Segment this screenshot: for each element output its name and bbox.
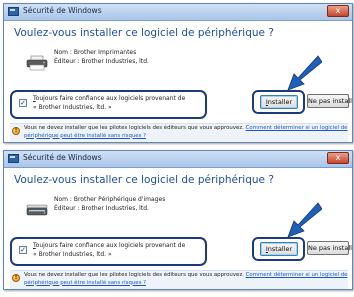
warning-shield-icon: ! — [12, 127, 20, 135]
device-name: Nom : Brother Imprimantes — [54, 49, 137, 56]
install-label: nstaller — [267, 98, 293, 106]
trust-label[interactable]: Toujours faire confiance aux logiciels p… — [33, 95, 185, 112]
dialog-question: Voulez-vous installer ce logiciel de pér… — [14, 27, 274, 39]
warning-footer: ! Vous ne devez installer que les pilote… — [10, 270, 348, 289]
install-button[interactable]: Installer — [260, 95, 298, 109]
title-bar[interactable]: Sécurité de Windows x — [4, 4, 352, 21]
install-button[interactable]: Installer — [260, 242, 298, 256]
device-publisher: Éditeur : Brother Industries, ltd. — [54, 57, 149, 65]
device-info: Nom : Brother Périphérique d'images Édit… — [54, 196, 165, 213]
warning-text: Vous ne devez installer que les pilotes … — [24, 125, 350, 140]
dont-install-label: Ne pas installe — [308, 97, 353, 105]
dialog-question: Voulez-vous installer ce logiciel de pér… — [14, 174, 274, 186]
dont-install-button[interactable]: Ne pas installer — [307, 94, 352, 108]
dont-install-label: Ne pas installe — [308, 244, 353, 252]
warning-message: Vous ne devez installer que les pilotes … — [24, 272, 244, 278]
warning-text: Vous ne devez installer que les pilotes … — [24, 272, 350, 287]
dont-install-button[interactable]: Ne pas installer — [307, 241, 352, 255]
close-button[interactable]: x — [327, 5, 349, 17]
pointer-arrow — [287, 55, 322, 91]
trust-label-text: oujours faire confiance aux logiciels pr… — [35, 95, 186, 102]
install-highlight: Installer — [252, 237, 305, 261]
trust-label[interactable]: Toujours faire confiance aux logiciels p… — [33, 242, 185, 259]
install-label: nstaller — [267, 245, 293, 253]
install-highlight: Installer — [252, 90, 305, 114]
warning-footer: ! Vous ne devez installer que les pilote… — [10, 123, 348, 142]
security-dialog-printer: Sécurité de Windows x Voulez-vous instal… — [3, 3, 353, 143]
device-name: Nom : Brother Périphérique d'images — [54, 196, 166, 203]
security-dialog-imaging: Sécurité de Windows x Voulez-vous instal… — [3, 150, 353, 290]
windows-security-icon — [8, 7, 19, 16]
trust-label-text: oujours faire confiance aux logiciels pr… — [35, 242, 186, 249]
scanner-icon — [26, 204, 48, 216]
trust-checkbox[interactable]: ✓ — [19, 99, 27, 107]
pointer-arrow — [287, 202, 322, 238]
window-title: Sécurité de Windows — [23, 153, 102, 162]
warning-message: Vous ne devez installer que les pilotes … — [24, 125, 244, 131]
trust-publisher: « Brother Industries, ltd. » — [33, 103, 112, 111]
trust-checkbox[interactable]: ✓ — [19, 246, 27, 254]
windows-security-icon — [8, 154, 19, 163]
window-title: Sécurité de Windows — [23, 6, 102, 15]
warning-shield-icon: ! — [12, 274, 20, 282]
trust-option-highlight: ✓ Toujours faire confiance aux logiciels… — [10, 237, 207, 266]
trust-publisher: « Brother Industries, ltd. » — [33, 250, 112, 258]
trust-option-highlight: ✓ Toujours faire confiance aux logiciels… — [10, 90, 207, 119]
printer-icon — [26, 55, 48, 71]
device-info: Nom : Brother Imprimantes Éditeur : Brot… — [54, 49, 149, 66]
device-publisher: Éditeur : Brother Industries, ltd. — [54, 204, 149, 212]
title-bar[interactable]: Sécurité de Windows x — [4, 151, 352, 168]
close-button[interactable]: x — [327, 152, 349, 164]
